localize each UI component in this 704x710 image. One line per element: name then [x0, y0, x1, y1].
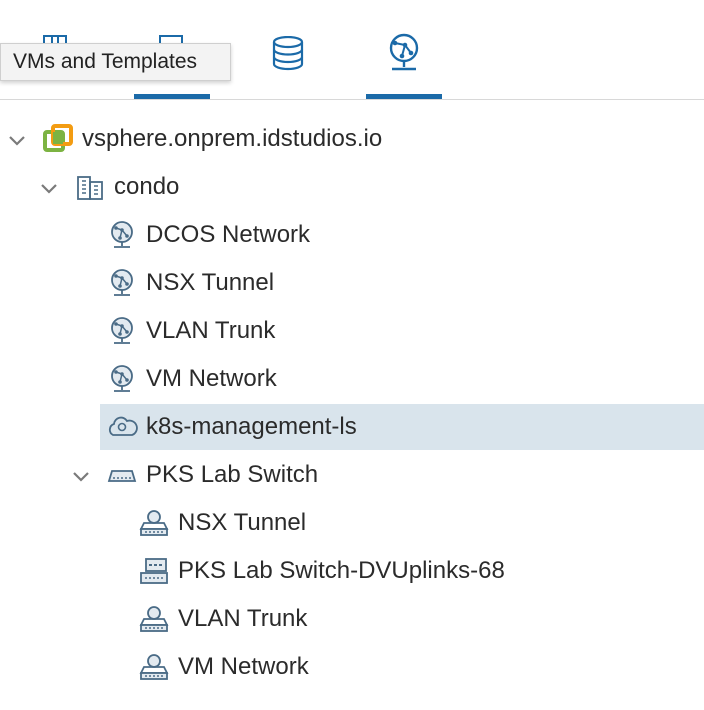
- datacenter-icon: [74, 171, 106, 203]
- storage-icon: [272, 36, 304, 71]
- active-tab-indicator: [134, 94, 210, 99]
- tree-item-label: VLAN Trunk: [146, 317, 276, 344]
- distributed-switch-icon: [106, 459, 138, 491]
- tree-item-condo[interactable]: condo: [0, 164, 704, 210]
- tab-networking[interactable]: [366, 0, 442, 99]
- tree-item-vlan-trunk[interactable]: VLAN Trunk: [0, 308, 704, 354]
- navigator-tabs: VMs and Templates: [0, 0, 704, 100]
- tree-item-nsx-tunnel[interactable]: NSX Tunnel: [0, 500, 704, 546]
- tree-item-vm-network[interactable]: VM Network: [0, 356, 704, 402]
- port-group-icon: [138, 651, 170, 683]
- tree-item-label: PKS Lab Switch-DVUplinks-68: [178, 557, 505, 584]
- tree-item-label: PKS Lab Switch: [146, 461, 319, 488]
- port-group-icon: [138, 603, 170, 635]
- tree-item-vm-network[interactable]: VM Network: [0, 644, 704, 690]
- networking-icon: [389, 33, 419, 71]
- tree-item-label: condo: [114, 173, 180, 200]
- tree-item-label: vsphere.onprem.idstudios.io: [82, 125, 383, 152]
- chevron-down-icon[interactable]: [70, 465, 92, 487]
- tree-item-nsx-tunnel[interactable]: NSX Tunnel: [0, 260, 704, 306]
- tree-item-label: VLAN Trunk: [178, 605, 308, 632]
- tree-item-pks-lab-switch[interactable]: PKS Lab Switch: [0, 452, 704, 498]
- active-tab-indicator: [366, 94, 442, 99]
- tree-item-vlan-trunk[interactable]: VLAN Trunk: [0, 596, 704, 642]
- chevron-down-icon[interactable]: [6, 129, 28, 151]
- network-icon: [106, 315, 138, 347]
- tree-item-label: NSX Tunnel: [146, 269, 275, 296]
- tree-item-label: VM Network: [146, 365, 277, 392]
- uplink-port-group-icon: [138, 555, 170, 587]
- network-icon: [106, 267, 138, 299]
- tab-storage[interactable]: [250, 0, 326, 99]
- chevron-down-icon[interactable]: [38, 177, 60, 199]
- tree-item-label: DCOS Network: [146, 221, 311, 248]
- tree-item-pks-lab-switch-dvuplinks-68[interactable]: PKS Lab Switch-DVUplinks-68: [0, 548, 704, 594]
- network-icon: [106, 363, 138, 395]
- tree-item-label: VM Network: [178, 653, 309, 680]
- vcenter-icon: [42, 123, 74, 155]
- tree-item-k8s-management-ls[interactable]: k8s-management-ls: [100, 404, 704, 450]
- tree-item-vsphere-onprem-idstudios-io[interactable]: vsphere.onprem.idstudios.io: [0, 116, 704, 162]
- logical-switch-icon: [106, 411, 138, 443]
- tree-item-label: k8s-management-ls: [146, 413, 357, 440]
- tree-item-dcos-network[interactable]: DCOS Network: [0, 212, 704, 258]
- tooltip: VMs and Templates: [0, 43, 231, 81]
- network-icon: [106, 219, 138, 251]
- tree-item-label: NSX Tunnel: [178, 509, 307, 536]
- port-group-icon: [138, 507, 170, 539]
